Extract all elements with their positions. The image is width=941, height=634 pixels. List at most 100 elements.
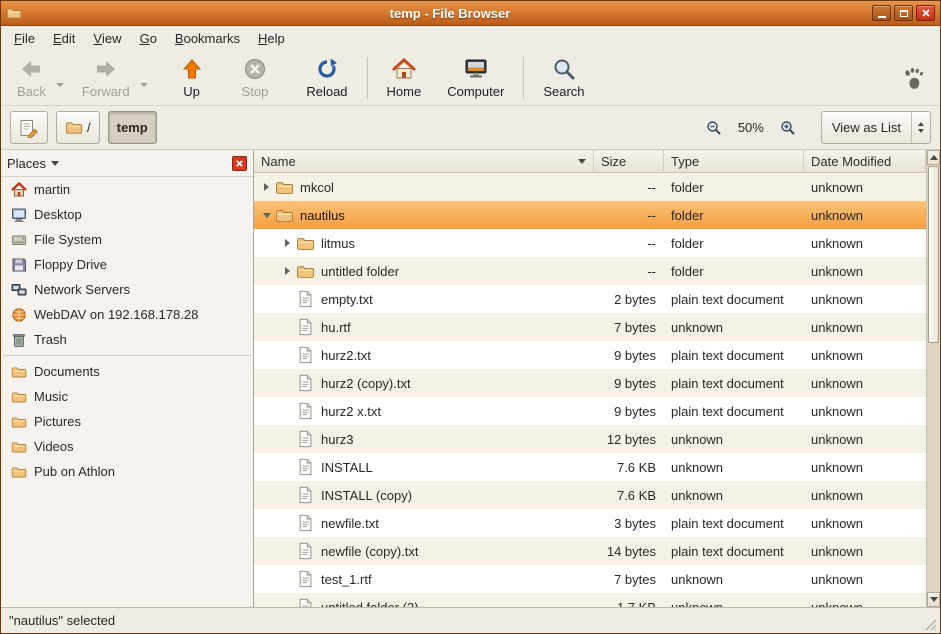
vertical-scrollbar[interactable] xyxy=(926,150,940,607)
sidebar-item-desktop[interactable]: Desktop xyxy=(1,202,253,227)
home-icon xyxy=(392,57,416,81)
table-row[interactable]: hurz2 x.txt 9 bytes plain text document … xyxy=(254,397,926,425)
toggle-location-entry-button[interactable] xyxy=(10,111,48,144)
minimize-icon xyxy=(878,16,886,18)
minimize-button[interactable] xyxy=(872,5,891,21)
menu-edit[interactable]: Edit xyxy=(44,26,84,51)
close-button[interactable] xyxy=(916,5,935,21)
back-group: Back xyxy=(7,53,72,103)
table-row[interactable]: empty.txt 2 bytes plain text document un… xyxy=(254,285,926,313)
expander-collapsed-icon[interactable] xyxy=(279,267,296,275)
size-cell: 7.6 KB xyxy=(594,481,664,509)
sidebar-item-network-servers[interactable]: Network Servers xyxy=(1,277,253,302)
path-button-root[interactable]: / xyxy=(56,111,100,144)
back-history-arrow[interactable] xyxy=(56,83,64,87)
drive-icon xyxy=(11,232,27,248)
menu-help[interactable]: Help xyxy=(249,26,294,51)
type-cell: unknown xyxy=(664,453,804,481)
computer-button[interactable]: Computer xyxy=(437,53,514,103)
chevron-down-icon xyxy=(51,161,59,166)
back-button[interactable]: Back xyxy=(7,53,56,103)
sidebar-item-martin[interactable]: martin xyxy=(1,177,253,202)
back-arrow-icon xyxy=(19,57,43,81)
sidebar-item-pub-on-athlon[interactable]: Pub on Athlon xyxy=(1,459,253,484)
zoom-in-button[interactable] xyxy=(777,117,799,139)
forward-button[interactable]: Forward xyxy=(72,53,140,103)
scrollbar-trough[interactable] xyxy=(927,165,940,592)
name-cell: hurz2 (copy).txt xyxy=(254,369,594,397)
scroll-up-button[interactable] xyxy=(927,150,940,165)
text-file-icon xyxy=(298,486,313,504)
expander-collapsed-icon[interactable] xyxy=(279,239,296,247)
sidebar-item-documents[interactable]: Documents xyxy=(1,359,253,384)
text-file-icon xyxy=(298,402,313,420)
home-button[interactable]: Home xyxy=(377,53,432,103)
toolbar: Back Forward Up Stop Reload Home xyxy=(1,51,940,106)
sidebar-item-file-system[interactable]: File System xyxy=(1,227,253,252)
sidebar-item-music[interactable]: Music xyxy=(1,384,253,409)
name-cell: untitled folder (2) xyxy=(254,593,594,607)
table-row[interactable]: hurz3 12 bytes unknown unknown xyxy=(254,425,926,453)
table-row-selected[interactable]: nautilus -- folder unknown xyxy=(254,201,926,229)
menu-file[interactable]: File xyxy=(5,26,44,51)
name-cell: hurz3 xyxy=(254,425,594,453)
folder-icon xyxy=(275,180,294,195)
folder-icon xyxy=(11,439,27,455)
table-row[interactable]: newfile.txt 3 bytes plain text document … xyxy=(254,509,926,537)
edit-location-icon xyxy=(19,118,39,138)
table-row[interactable]: litmus -- folder unknown xyxy=(254,229,926,257)
text-file-icon xyxy=(298,374,313,392)
menu-view[interactable]: View xyxy=(84,26,130,51)
table-row[interactable]: mkcol -- folder unknown xyxy=(254,173,926,201)
column-header-size[interactable]: Size xyxy=(594,150,664,172)
sidebar-item-pictures[interactable]: Pictures xyxy=(1,409,253,434)
reload-button[interactable]: Reload xyxy=(296,53,357,103)
window-title: temp - File Browser xyxy=(28,6,872,21)
table-row[interactable]: untitled folder -- folder unknown xyxy=(254,257,926,285)
home-icon xyxy=(11,182,27,198)
column-header-type[interactable]: Type xyxy=(664,150,804,172)
column-header-date-modified[interactable]: Date Modified xyxy=(804,150,926,172)
column-header-name[interactable]: Name xyxy=(254,150,594,172)
menu-go[interactable]: Go xyxy=(131,26,166,51)
network-icon xyxy=(11,282,27,298)
scroll-down-icon xyxy=(930,597,938,602)
text-file-icon xyxy=(298,542,313,560)
table-row[interactable]: untitled folder (2) 1.7 KB unknown unkno… xyxy=(254,593,926,607)
zoom-out-button[interactable] xyxy=(703,117,725,139)
sidebar-item-webdav[interactable]: WebDAV on 192.168.178.28 xyxy=(1,302,253,327)
table-row[interactable]: hu.rtf 7 bytes unknown unknown xyxy=(254,313,926,341)
table-row[interactable]: hurz2 (copy).txt 9 bytes plain text docu… xyxy=(254,369,926,397)
up-button[interactable]: Up xyxy=(170,53,214,103)
scroll-down-button[interactable] xyxy=(927,592,940,607)
scrollbar-thumb[interactable] xyxy=(928,166,939,343)
forward-arrow-icon xyxy=(94,57,118,81)
close-sidebar-button[interactable] xyxy=(232,156,247,171)
resize-grip[interactable] xyxy=(922,616,938,632)
path-button-current[interactable]: temp xyxy=(108,111,157,144)
sidebar-pane-selector[interactable]: Places xyxy=(1,150,253,177)
close-icon xyxy=(921,8,931,18)
table-row[interactable]: newfile (copy).txt 14 bytes plain text d… xyxy=(254,537,926,565)
menu-bookmarks[interactable]: Bookmarks xyxy=(166,26,249,51)
table-row[interactable]: INSTALL (copy) 7.6 KB unknown unknown xyxy=(254,481,926,509)
maximize-button[interactable] xyxy=(894,5,913,21)
sidebar-item-trash[interactable]: Trash xyxy=(1,327,253,352)
titlebar[interactable]: temp - File Browser xyxy=(1,1,940,26)
size-cell: 7 bytes xyxy=(594,313,664,341)
table-row[interactable]: test_1.rtf 7 bytes unknown unknown xyxy=(254,565,926,593)
type-cell: unknown xyxy=(664,593,804,607)
forward-history-arrow[interactable] xyxy=(140,83,148,87)
name-cell: hu.rtf xyxy=(254,313,594,341)
stop-button[interactable]: Stop xyxy=(232,53,279,103)
expander-expanded-icon[interactable] xyxy=(258,213,275,218)
expander-collapsed-icon[interactable] xyxy=(258,183,275,191)
type-cell: folder xyxy=(664,229,804,257)
gnome-foot-throbber-icon xyxy=(900,65,926,91)
table-row[interactable]: INSTALL 7.6 KB unknown unknown xyxy=(254,453,926,481)
search-button[interactable]: Search xyxy=(533,53,594,103)
view-as-combobox[interactable]: View as List xyxy=(821,111,931,144)
sidebar-item-videos[interactable]: Videos xyxy=(1,434,253,459)
table-row[interactable]: hurz2.txt 9 bytes plain text document un… xyxy=(254,341,926,369)
sidebar-item-floppy-drive[interactable]: Floppy Drive xyxy=(1,252,253,277)
